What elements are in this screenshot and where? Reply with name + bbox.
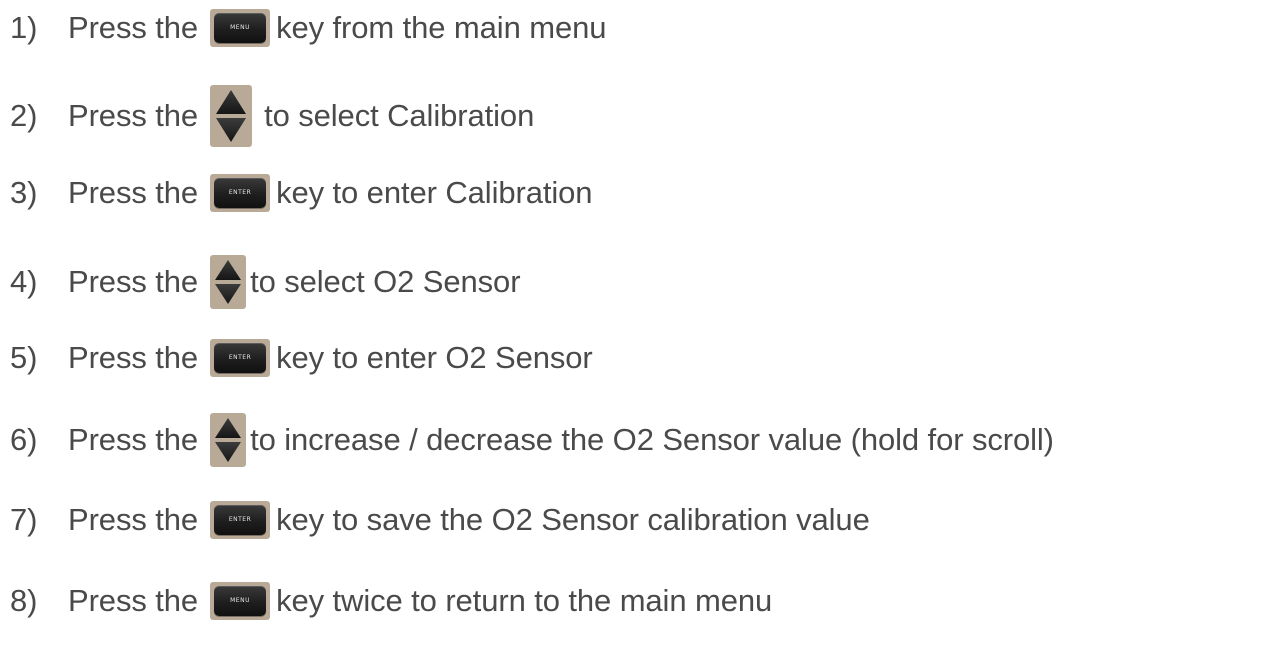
step-number: 6) [10,422,38,457]
step-1: 1) Press the MENU key from the main menu [10,0,606,56]
step-lead-text: Press the [68,340,199,375]
enter-key-icon: ENTER [210,339,271,377]
step-3: 3) Press the ENTER key to enter Calibrat… [10,165,593,221]
step-number: 1) [10,10,38,45]
step-number: 8) [10,583,38,618]
step-4: 4) Press the to select O2 Sensor [10,255,521,309]
step-5: 5) Press the ENTER key to enter O2 Senso… [10,330,593,386]
step-6: 6) Press the to increase / decrease the … [10,413,1054,467]
up-down-arrow-key-icon [210,255,247,309]
menu-key-icon: MENU [210,9,271,47]
step-text: key to enter O2 Sensor [276,340,593,375]
step-lead-text: Press the [68,98,199,133]
step-text: key to enter Calibration [276,175,593,210]
step-7: 7) Press the ENTER key to save the O2 Se… [10,492,870,548]
step-text: key twice to return to the main menu [276,583,773,618]
step-lead-text: Press the [68,502,199,537]
step-lead-text: Press the [68,583,199,618]
step-number: 3) [10,175,38,210]
step-2: 2) Press the to select Calibration [10,84,534,148]
up-down-arrow-key-icon [210,413,247,467]
step-text: key to save the O2 Sensor calibration va… [276,502,870,537]
step-lead-text: Press the [68,422,199,457]
step-number: 4) [10,264,38,299]
step-text: to select O2 Sensor [250,264,521,299]
step-lead-text: Press the [68,175,199,210]
step-lead-text: Press the [68,264,199,299]
enter-key-icon: ENTER [210,501,271,539]
instruction-steps: 1) Press the MENU key from the main menu… [0,0,1282,646]
step-lead-text: Press the [68,10,199,45]
step-text: to select Calibration [264,98,535,133]
menu-key-icon: MENU [210,582,271,620]
step-text: to increase / decrease the O2 Sensor val… [250,422,1054,457]
step-number: 5) [10,340,38,375]
step-text: key from the main menu [276,10,607,45]
step-number: 2) [10,98,38,133]
step-number: 7) [10,502,38,537]
up-down-arrow-key-icon [210,85,253,147]
step-8: 8) Press the MENU key twice to return to… [10,573,772,629]
enter-key-icon: ENTER [210,174,271,212]
